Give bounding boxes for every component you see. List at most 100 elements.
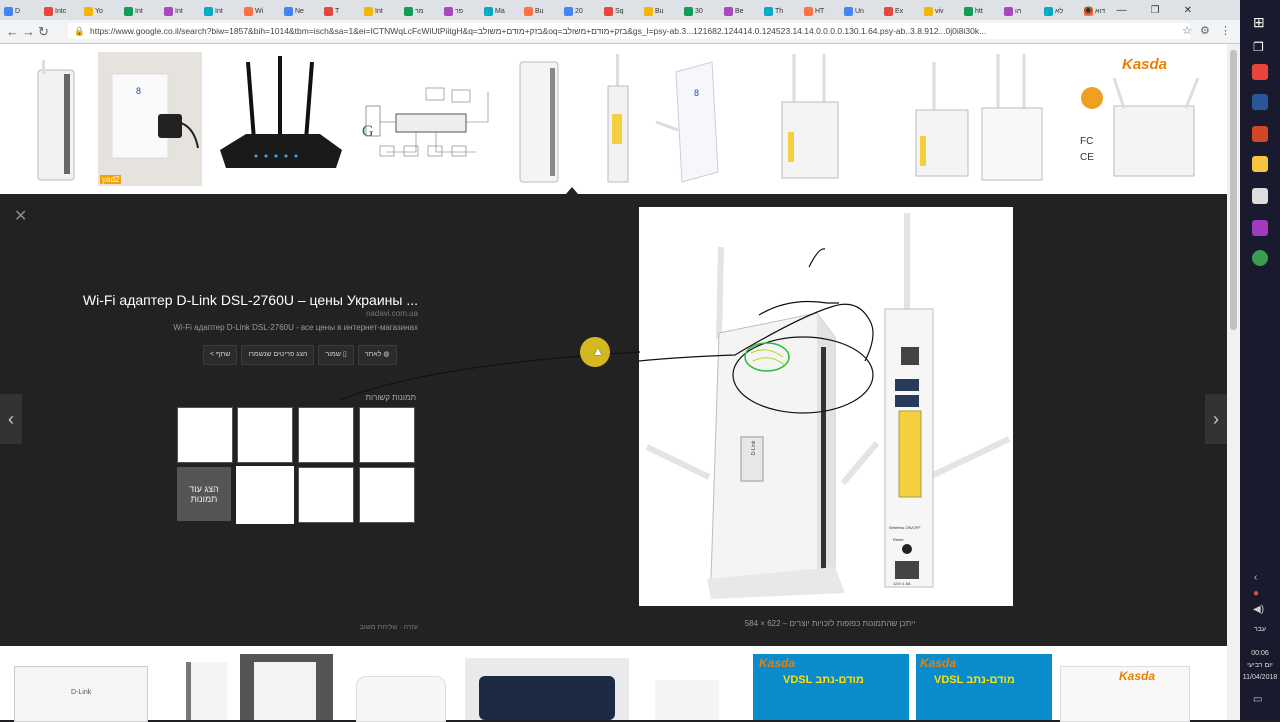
browser-tab[interactable]: htt — [964, 3, 1002, 19]
image-thumbnail[interactable] — [908, 52, 1048, 186]
reload-icon[interactable]: ↻ — [38, 24, 49, 40]
image-thumbnail[interactable]: Kasda VDSL מודם-נתב — [753, 654, 909, 720]
photos-icon[interactable] — [1252, 188, 1268, 204]
browser-tab[interactable]: פר — [444, 3, 482, 19]
related-image[interactable] — [237, 407, 293, 463]
share-label: שתף — [216, 351, 231, 358]
browser-tab[interactable]: Be — [724, 3, 762, 19]
browser-tab[interactable]: D — [4, 3, 42, 19]
browser-tab[interactable]: Un — [844, 3, 882, 19]
browser-tab[interactable]: 30 — [684, 3, 722, 19]
svg-text:FC: FC — [1080, 136, 1093, 147]
image-thumbnail[interactable] — [240, 654, 333, 720]
volume-icon[interactable]: ◀) — [1253, 604, 1264, 615]
view-saved-button[interactable]: הצג פריטים שנשמרו — [241, 345, 315, 365]
browser-tab[interactable]: Yo — [84, 3, 122, 19]
image-thumbnail[interactable] — [216, 52, 344, 186]
app-icon[interactable] — [1252, 250, 1268, 266]
browser-tab[interactable]: Bu — [644, 3, 682, 19]
browser-tab[interactable]: Intc — [44, 3, 82, 19]
browser-tab[interactable]: Ex — [884, 3, 922, 19]
browser-tab[interactable]: viv — [924, 3, 962, 19]
browser-tab[interactable]: Int — [204, 3, 242, 19]
image-thumbnail[interactable] — [655, 680, 719, 720]
tab-favicon-icon — [1004, 6, 1013, 16]
windows-start-icon[interactable]: ⊞ — [1253, 14, 1265, 31]
page-scrollbar[interactable] — [1227, 44, 1240, 720]
input-language[interactable]: עבר — [1242, 626, 1278, 633]
browser-tab[interactable]: Th — [764, 3, 802, 19]
tab-favicon-icon — [964, 6, 973, 16]
related-image[interactable] — [177, 407, 233, 463]
browser-tab[interactable]: Int — [364, 3, 402, 19]
back-icon[interactable]: ← — [6, 24, 19, 39]
tab-favicon-icon — [284, 6, 293, 16]
related-image[interactable] — [359, 467, 415, 523]
result-site[interactable]: nadavi.com.ua — [240, 309, 418, 318]
previous-arrow-icon[interactable]: ‹ — [0, 394, 22, 444]
url-field[interactable]: 🔒 https://www.google.co.il/search?biw=18… — [68, 23, 1190, 39]
port-label: Reset — [893, 537, 904, 542]
image-thumbnail[interactable] — [356, 676, 446, 722]
browser-tab[interactable]: HT — [804, 3, 842, 19]
help-feedback-link[interactable]: עזרה · שליחת משוב — [300, 624, 418, 631]
powerpoint-icon[interactable] — [1252, 126, 1268, 142]
file-explorer-icon[interactable] — [1252, 156, 1268, 172]
image-thumbnail[interactable]: Kasda — [1060, 666, 1190, 722]
tab-label: Int — [135, 7, 143, 15]
scrollbar-thumb[interactable] — [1230, 50, 1237, 330]
menu-kebab-icon[interactable]: ⋮ — [1220, 24, 1231, 37]
browser-tab[interactable]: Sq — [604, 3, 642, 19]
browser-tab[interactable]: הו — [1004, 3, 1042, 19]
tab-favicon-icon — [44, 6, 53, 16]
image-thumbnail[interactable] — [186, 662, 227, 720]
browser-tab[interactable]: Int — [164, 3, 202, 19]
image-thumbnail[interactable]: G — [356, 52, 500, 186]
extension-icon[interactable]: ⚙ — [1200, 24, 1210, 37]
clock-time[interactable]: 00:06 — [1242, 650, 1278, 657]
browser-tab[interactable]: Int — [124, 3, 162, 19]
browser-tab[interactable]: 20 — [564, 3, 602, 19]
image-thumbnail[interactable]: Kasda FC CE — [1074, 52, 1206, 186]
image-thumbnail[interactable] — [30, 52, 82, 186]
bookmark-star-icon[interactable]: ☆ — [1182, 24, 1192, 37]
related-image[interactable] — [359, 407, 415, 463]
browser-tab[interactable]: T — [324, 3, 362, 19]
chrome-icon[interactable] — [1252, 64, 1268, 80]
related-image[interactable] — [298, 407, 354, 463]
word-icon[interactable] — [1252, 94, 1268, 110]
image-thumbnail[interactable] — [600, 52, 636, 186]
image-thumbnail[interactable]: D-Link — [14, 666, 148, 722]
forward-icon[interactable]: → — [22, 24, 35, 39]
close-icon[interactable]: ✕ — [14, 206, 27, 226]
image-thumbnail[interactable]: Kasda VDSL מודם-נתב — [916, 654, 1052, 720]
profile-icon[interactable]: ◉ — [1084, 5, 1093, 16]
main-preview-image[interactable]: D-Link Wireless ON/OFF Reset 12V=1.5A — [638, 207, 1013, 606]
browser-tab[interactable]: מר — [404, 3, 442, 19]
image-thumbnail[interactable] — [774, 52, 846, 186]
close-window-icon[interactable]: ✕ — [1184, 5, 1192, 16]
share-button[interactable]: < שתף — [203, 345, 238, 365]
browser-tab[interactable]: Ne — [284, 3, 322, 19]
browser-tab[interactable]: לא — [1044, 3, 1082, 19]
image-thumbnail[interactable] — [512, 52, 566, 186]
image-thumbnail[interactable] — [465, 658, 629, 720]
image-thumbnail[interactable]: 8 yad2 — [98, 52, 202, 186]
task-view-icon[interactable]: ❐ — [1253, 40, 1264, 54]
selected-indicator-icon — [566, 187, 578, 194]
more-images-button[interactable]: הצג עוד תמונות — [177, 467, 231, 521]
browser-tab[interactable]: Bu — [524, 3, 562, 19]
browser-tab[interactable]: Ma — [484, 3, 522, 19]
related-image-selected[interactable] — [236, 466, 294, 524]
result-title[interactable]: Wi-Fi адаптер D-Link DSL-2760U – цены Ук… — [40, 292, 418, 308]
maximize-icon[interactable]: ❐ — [1151, 5, 1160, 16]
related-image[interactable] — [298, 467, 354, 523]
browser-tab[interactable]: Wi — [244, 3, 282, 19]
notification-icon[interactable]: ▭ — [1253, 694, 1262, 705]
next-arrow-icon[interactable]: › — [1205, 394, 1227, 444]
app-icon[interactable] — [1252, 220, 1268, 236]
image-thumbnail[interactable]: 8 — [652, 52, 724, 186]
tray-app-icon[interactable]: ● — [1253, 588, 1259, 599]
minimize-icon[interactable]: — — [1117, 5, 1127, 16]
tray-chevron-icon[interactable]: ‹ — [1254, 572, 1257, 583]
